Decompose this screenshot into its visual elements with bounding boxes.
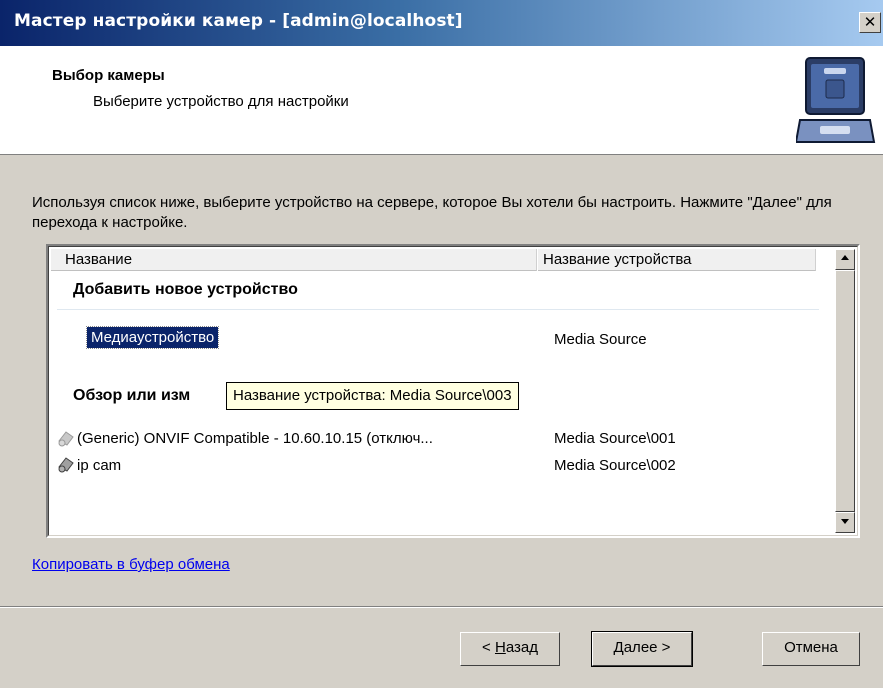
camera-gray-icon <box>58 431 74 447</box>
scroll-up-button[interactable] <box>835 249 855 270</box>
list-item-label: Медиаустройство <box>85 326 220 349</box>
wizard-header: Выбор камеры Выберите устройство для нас… <box>0 46 883 155</box>
close-icon: ✕ <box>863 13 877 31</box>
tooltip: Название устройства: Media Source\003 <box>226 382 519 410</box>
cancel-button[interactable]: Отмена <box>762 632 860 666</box>
back-button[interactable]: < Назад <box>460 632 560 666</box>
arrow-down-icon <box>841 519 849 524</box>
group-divider <box>57 309 819 310</box>
list-item-device: Media Source\001 <box>554 430 676 447</box>
camera-icon <box>58 457 74 473</box>
column-header-name[interactable]: Название <box>51 249 537 271</box>
group-add-new: Добавить новое устройство <box>73 281 298 298</box>
next-button[interactable]: Далее > <box>591 631 693 667</box>
arrow-up-icon <box>841 255 849 260</box>
camera-device-icon <box>796 57 876 143</box>
vertical-scrollbar[interactable] <box>835 249 855 533</box>
list-item-label: (Generic) ONVIF Compatible - 10.60.10.15… <box>77 430 433 447</box>
list-item-add-media[interactable]: Медиаустройство <box>85 326 220 349</box>
intro-text: Используя список ниже, выберите устройст… <box>32 194 832 231</box>
group-existing: Обзор или изм <box>73 387 191 404</box>
close-button[interactable]: ✕ <box>859 12 881 33</box>
scroll-down-button[interactable] <box>835 512 855 533</box>
scroll-thumb[interactable] <box>835 270 855 512</box>
column-header-device[interactable]: Название устройства <box>538 249 816 271</box>
window-titlebar[interactable]: Мастер настройки камер - [admin@localhos… <box>0 0 883 46</box>
page-subtitle: Выберите устройство для настройки <box>93 93 349 110</box>
list-item-device: Media Source <box>554 331 647 348</box>
window-title: Мастер настройки камер - [admin@localhos… <box>14 11 463 31</box>
list-item-device: Media Source\002 <box>554 457 676 474</box>
list-item-label: ip cam <box>77 457 122 474</box>
page-title: Выбор камеры <box>52 67 165 84</box>
footer-divider <box>0 606 883 608</box>
copy-to-clipboard-link[interactable]: Копировать в буфер обмена <box>32 556 230 573</box>
